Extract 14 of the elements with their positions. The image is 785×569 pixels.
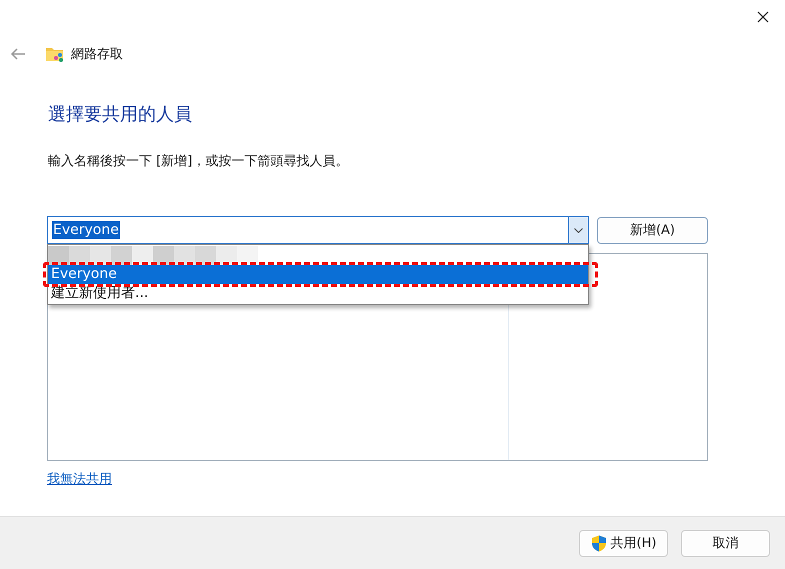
share-button[interactable]: 共用(H) <box>579 530 668 556</box>
add-button[interactable]: 新增(A) <box>597 216 708 244</box>
shared-folder-icon <box>45 45 65 63</box>
instruction-text: 輸入名稱後按一下 [新增]，或按一下箭頭尋找人員。 <box>48 154 350 170</box>
cannot-share-link[interactable]: 我無法共用 <box>47 472 112 488</box>
dropdown-button[interactable] <box>568 217 588 243</box>
dropdown-option[interactable]: Everyone <box>48 265 588 284</box>
heading: 選擇要共用的人員 <box>48 103 193 127</box>
name-combo-box[interactable]: Everyone <box>47 216 589 244</box>
chevron-icon <box>574 228 583 232</box>
window-title: 網路存取 <box>71 46 123 63</box>
close-icon <box>757 11 769 23</box>
cancel-button[interactable]: 取消 <box>681 530 770 556</box>
shield-icon <box>590 534 607 552</box>
